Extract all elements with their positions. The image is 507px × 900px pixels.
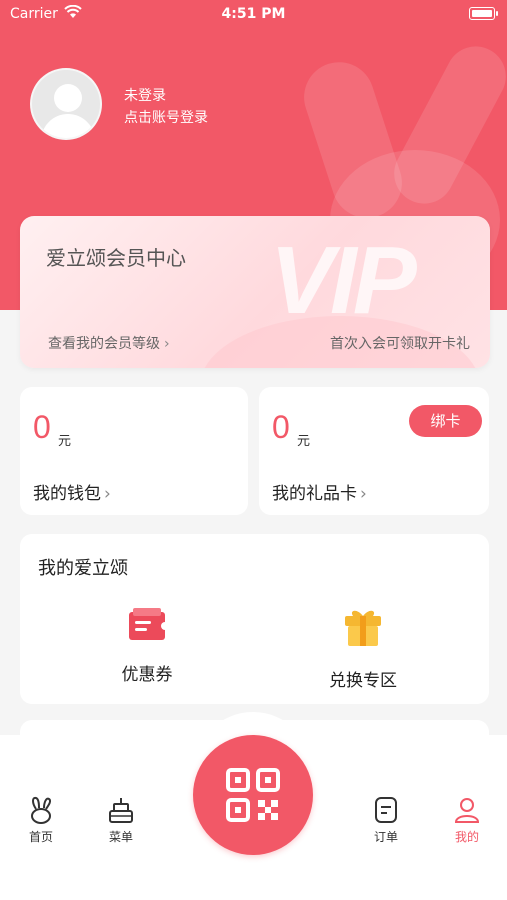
qr-scan-button[interactable] (193, 735, 313, 855)
coupon-button[interactable]: 优惠券 (87, 606, 207, 685)
gift-card-unit: 元 (297, 434, 311, 449)
cake-icon (109, 798, 133, 823)
gift-card-label: 我的礼品卡 (272, 484, 357, 504)
vip-member-card[interactable]: VIP 爱立颂会员中心 查看我的会员等级 › 首次入会可领取开卡礼 (20, 216, 490, 368)
tab-mine[interactable]: 我的 (437, 795, 497, 845)
wallet-link[interactable]: 我的钱包 › (33, 479, 111, 504)
order-icon (375, 797, 397, 823)
coupon-label: 优惠券 (121, 665, 173, 685)
tab-order-label: 订单 (373, 830, 398, 844)
tab-menu[interactable]: 菜单 (91, 795, 151, 845)
vip-watermark: VIP (270, 227, 417, 334)
vip-card-title: 爱立颂会员中心 (46, 246, 186, 270)
chevron-right-icon: › (360, 484, 367, 504)
status-time: 4:51 PM (221, 6, 286, 22)
member-level-link[interactable]: 查看我的会员等级 › (48, 333, 170, 353)
wallet-label: 我的钱包 (33, 484, 101, 504)
battery-icon (469, 7, 498, 20)
member-level-label: 查看我的会员等级 (48, 336, 160, 352)
chevron-right-icon: › (104, 484, 111, 504)
wallet-card[interactable]: 0 元 我的钱包 › (20, 387, 248, 515)
gift-card-amount: 0 (272, 409, 290, 445)
avatar-body-shape (41, 114, 95, 138)
avatar-head-shape (54, 84, 82, 112)
coupon-icon (129, 608, 169, 640)
rabbit-icon (31, 796, 52, 824)
gift-box-icon (345, 610, 381, 646)
tab-home[interactable]: 首页 (11, 795, 71, 845)
qr-code-icon (226, 768, 280, 822)
tab-mine-label: 我的 (454, 830, 479, 844)
login-hint-link[interactable]: 点击账号登录 (124, 107, 208, 127)
login-status-text[interactable]: 未登录 (124, 85, 166, 105)
tab-menu-label: 菜单 (108, 830, 133, 844)
status-bar: Carrier 4:51 PM (0, 0, 507, 30)
my-section-card: 我的爱立颂 优惠券 兑换专区 (20, 534, 489, 704)
my-section-title: 我的爱立颂 (38, 558, 128, 579)
exchange-zone-button[interactable]: 兑换专区 (303, 606, 423, 691)
chevron-right-icon: › (164, 336, 170, 352)
gift-card-card[interactable]: 0 元 绑卡 我的礼品卡 › (259, 387, 489, 515)
user-icon (454, 798, 480, 823)
bind-card-button[interactable]: 绑卡 (409, 405, 482, 437)
tab-order[interactable]: 订单 (356, 795, 416, 845)
gift-card-link[interactable]: 我的礼品卡 › (272, 479, 367, 504)
wallet-amount: 0 (33, 409, 51, 445)
tab-home-label: 首页 (28, 830, 53, 844)
vip-gift-text: 首次入会可领取开卡礼 (330, 336, 470, 352)
exchange-zone-label: 兑换专区 (329, 671, 397, 691)
wallet-unit: 元 (58, 434, 72, 449)
avatar[interactable] (30, 68, 102, 140)
